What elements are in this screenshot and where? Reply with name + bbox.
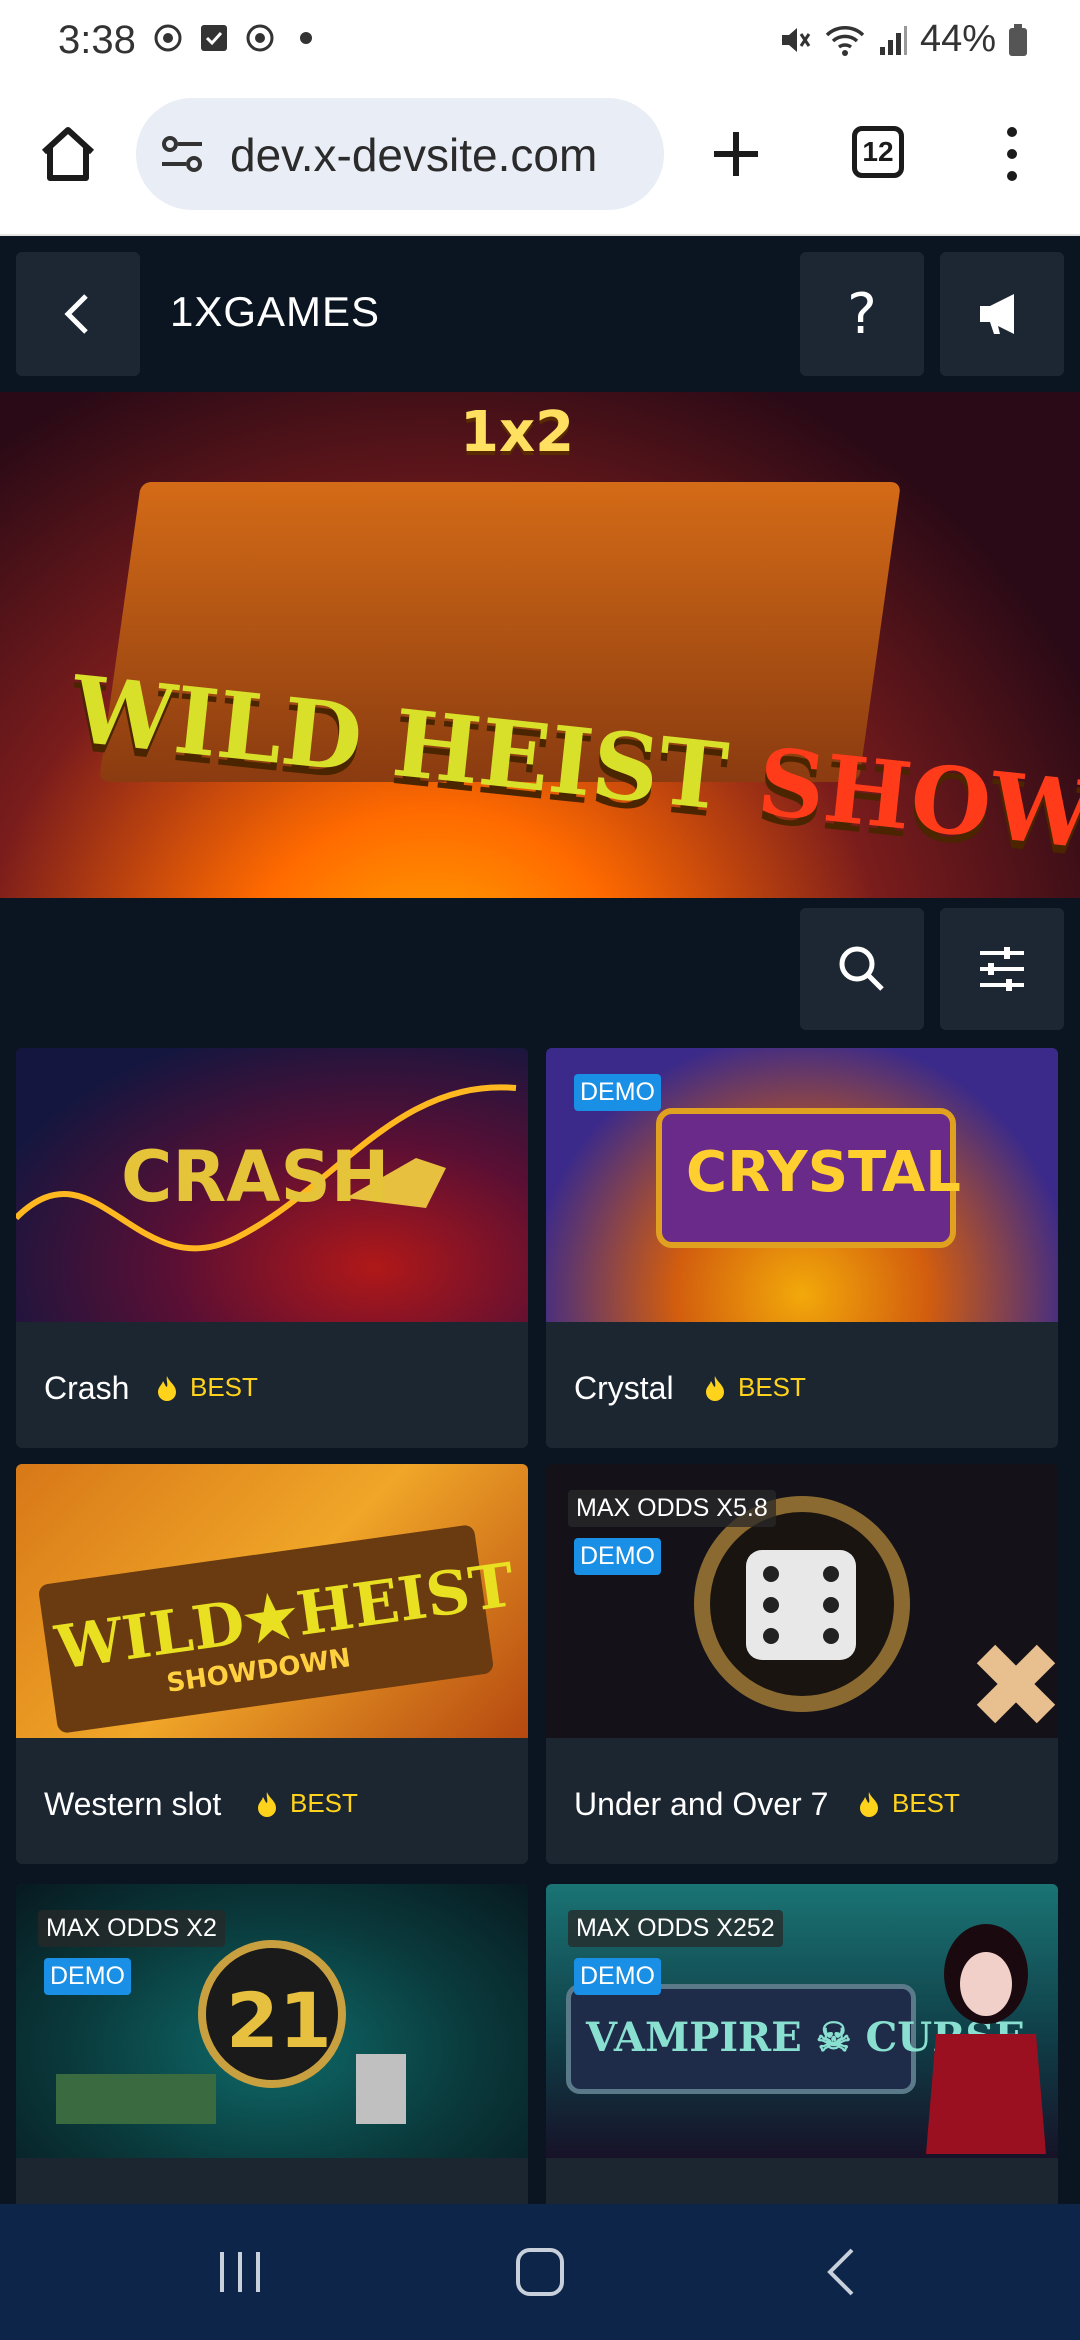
sync-icon — [246, 24, 274, 52]
plus-icon[interactable] — [706, 124, 766, 184]
demo-badge: DEMO — [574, 1538, 661, 1575]
game-thumbnail: CRASH — [16, 1048, 528, 1322]
fire-icon — [258, 1791, 276, 1817]
sync-icon — [154, 24, 182, 52]
status-right: 44% — [778, 18, 1028, 61]
help-icon: ? — [847, 281, 877, 347]
game-name: Crash — [44, 1370, 130, 1406]
tools-row — [0, 898, 1080, 1048]
best-badge: BEST — [704, 1372, 806, 1403]
max-odds-badge: MAX ODDS X2 — [38, 1910, 225, 1947]
browser-toolbar: dev.x-devsite.com 12 — [0, 84, 1080, 236]
blackjack-art-text: 21 — [226, 1976, 332, 2065]
best-badge: BEST — [858, 1788, 960, 1819]
game-card-21[interactable]: 21 MAX ODDS X2 DEMO — [16, 1884, 528, 2204]
game-name: Crystal — [574, 1370, 674, 1406]
fire-icon — [860, 1791, 878, 1817]
banner-title-right: SHOWDOWN — [752, 727, 1080, 898]
game-name: Under and Over 7 — [574, 1786, 829, 1822]
mute-icon — [781, 27, 811, 52]
best-badge: BEST — [256, 1788, 358, 1819]
system-nav-bar — [0, 2204, 1080, 2340]
max-odds-badge: MAX ODDS X5.8 — [568, 1490, 776, 1527]
back-nav-icon[interactable] — [812, 2240, 876, 2304]
best-label: BEST — [190, 1372, 258, 1402]
game-thumbnail: 21 MAX ODDS X2 DEMO — [16, 1884, 528, 2158]
help-button[interactable]: ? — [800, 252, 924, 376]
address-bar[interactable]: dev.x-devsite.com — [136, 98, 664, 210]
game-thumbnail: CRYSTAL DEMO — [546, 1048, 1058, 1322]
fire-icon — [158, 1375, 176, 1401]
filter-icon — [980, 947, 1024, 991]
game-card-western-slot[interactable]: WILD★HEIST SHOWDOWN Western slot BEST — [16, 1464, 528, 1864]
game-card-crash[interactable]: CRASH Crash BEST — [16, 1048, 528, 1448]
page-title: 1XGAMES — [170, 288, 381, 335]
game-card-vampire-curse[interactable]: VAMPIRE ☠ CURSE MAX ODDS X252 DEMO — [546, 1884, 1058, 2204]
app-header: 1XGAMES ? — [0, 238, 1080, 390]
promo-banner[interactable]: 1x2 WILD HEIST SHOWDOWN — [0, 392, 1080, 898]
recents-icon[interactable] — [208, 2240, 272, 2304]
game-thumbnail: VAMPIRE ☠ CURSE MAX ODDS X252 DEMO — [546, 1884, 1058, 2158]
signal-icon — [879, 25, 907, 55]
game-thumbnail: MAX ODDS X5.8 DEMO — [546, 1464, 1058, 1738]
best-label: BEST — [290, 1788, 358, 1818]
tune-icon[interactable] — [156, 128, 208, 180]
checkbox-icon — [201, 25, 227, 51]
battery-percent: 44% — [919, 18, 996, 60]
game-name: Western slot — [44, 1786, 222, 1822]
status-time: 3:38 — [58, 18, 136, 62]
best-label: BEST — [738, 1372, 806, 1402]
search-button[interactable] — [800, 908, 924, 1030]
dot-icon — [300, 32, 312, 44]
best-label: BEST — [892, 1788, 960, 1818]
announcements-button[interactable] — [940, 252, 1064, 376]
home-nav-icon[interactable] — [508, 2240, 572, 2304]
tabs-icon[interactable]: 12 — [852, 126, 904, 178]
game-thumbnail: WILD★HEIST SHOWDOWN — [16, 1464, 528, 1738]
demo-badge: DEMO — [574, 1958, 661, 1995]
crash-art-text: CRASH — [121, 1136, 390, 1218]
status-bar: 3:38 44% — [0, 0, 1080, 84]
back-icon — [64, 294, 88, 334]
wifi-icon — [825, 25, 865, 56]
demo-badge: DEMO — [44, 1958, 131, 1995]
filter-button[interactable] — [940, 908, 1064, 1030]
notification-icons — [152, 22, 322, 54]
max-odds-badge: MAX ODDS X252 — [568, 1910, 783, 1947]
fire-icon — [706, 1375, 724, 1401]
games-grid: CRASH Crash BEST CRYSTAL DEMO Crystal BE… — [0, 1048, 1080, 2204]
game-card-crystal[interactable]: CRYSTAL DEMO Crystal BEST — [546, 1048, 1058, 1448]
search-icon — [839, 946, 884, 991]
home-icon[interactable] — [36, 122, 100, 186]
game-card-under-and-over-7[interactable]: MAX ODDS X5.8 DEMO Under and Over 7 BEST — [546, 1464, 1058, 1864]
battery-icon — [1009, 23, 1027, 56]
more-vert-icon[interactable] — [1000, 124, 1024, 184]
crystal-art-text: CRYSTAL — [686, 1140, 961, 1205]
demo-badge: DEMO — [574, 1074, 661, 1111]
vampire-character-art — [926, 1924, 1046, 2154]
banner-top-text: 1x2 — [460, 400, 575, 465]
megaphone-icon — [980, 294, 1014, 334]
url-text[interactable]: dev.x-devsite.com — [230, 128, 597, 182]
back-button[interactable] — [16, 252, 140, 376]
best-badge: BEST — [156, 1372, 258, 1403]
